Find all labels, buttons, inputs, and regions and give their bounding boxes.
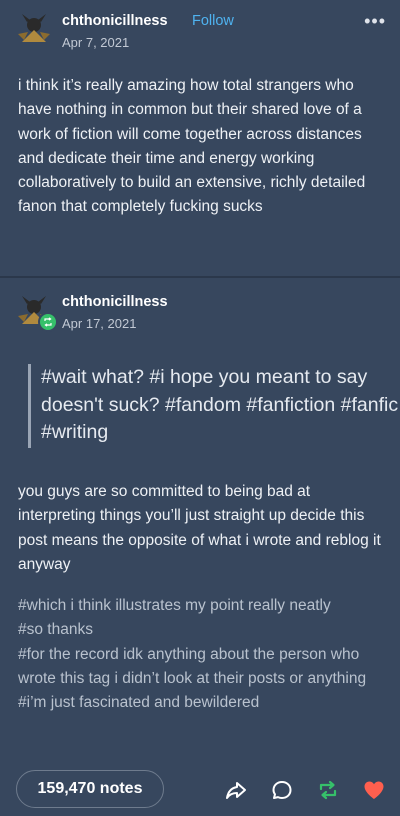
tag[interactable]: #so thanks — [18, 618, 388, 642]
notes-count: 159,470 notes — [37, 780, 143, 797]
post-date: Apr 17, 2021 — [62, 316, 137, 331]
follow-button[interactable]: Follow — [192, 13, 234, 29]
reblog-icon[interactable] — [316, 778, 340, 802]
tag-list: #which i think illustrates my point real… — [18, 594, 388, 715]
divider — [0, 276, 400, 278]
like-icon[interactable] — [362, 778, 386, 802]
reblog-header: chthonicillness Apr 17, 2021 — [14, 292, 386, 336]
more-options-icon[interactable]: ••• — [364, 12, 386, 30]
reblog-badge-icon — [38, 312, 58, 332]
op-header: chthonicillness Follow Apr 7, 2021 ••• — [14, 10, 386, 54]
tag[interactable]: #for the record idk anything about the p… — [18, 643, 388, 692]
username[interactable]: chthonicillness — [62, 294, 168, 310]
quoted-tags-block: #wait what? #i hope you meant to say doe… — [28, 364, 400, 448]
avatar-icon — [18, 14, 50, 42]
avatar[interactable] — [16, 12, 52, 46]
post-date: Apr 7, 2021 — [62, 35, 130, 50]
username[interactable]: chthonicillness — [62, 13, 168, 29]
post-actions — [224, 776, 386, 804]
reblog-body-text: you guys are so committed to being bad a… — [18, 483, 381, 573]
tumblr-post: chthonicillness Follow Apr 7, 2021 ••• i… — [0, 0, 400, 816]
tag[interactable]: #which i think illustrates my point real… — [18, 594, 388, 618]
reply-icon[interactable] — [270, 778, 294, 802]
notes-button[interactable]: 159,470 notes — [16, 770, 164, 808]
tag[interactable]: #i’m just fascinated and bewildered — [18, 691, 388, 715]
share-icon[interactable] — [224, 778, 248, 802]
op-body-text: i think it’s really amazing how total st… — [18, 77, 366, 216]
